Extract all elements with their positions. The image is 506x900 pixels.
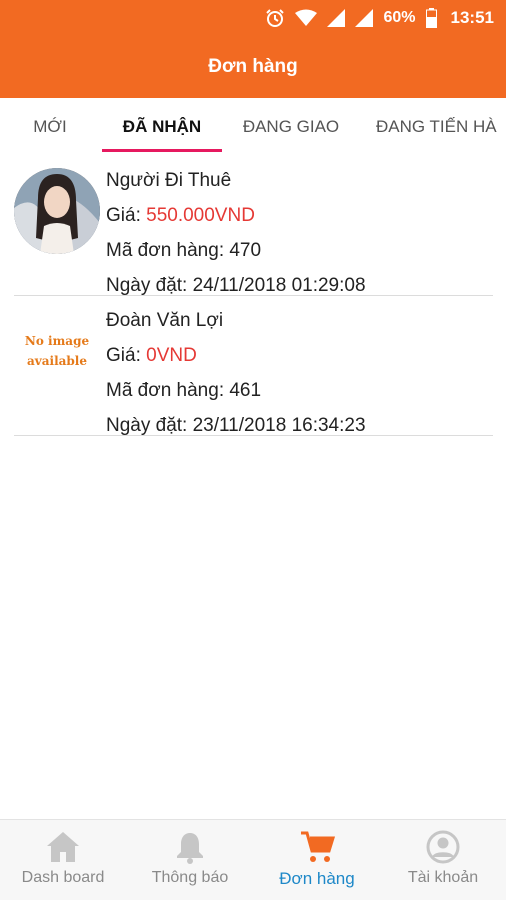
signal-icon [355, 9, 374, 27]
order-info: Người Đi Thuê Giá: 550.000VND Mã đơn hàn… [106, 163, 366, 303]
tab-da-nhan[interactable]: ĐÃ NHẬN [102, 98, 222, 154]
order-code: Mã đơn hàng: 470 [106, 240, 262, 261]
account-icon [426, 830, 460, 864]
tab-active-indicator [102, 149, 222, 152]
price-row: Giá: 550.000VND [106, 198, 366, 233]
price-label: Giá: [106, 205, 147, 226]
order-date: Ngày đặt: 23/11/2018 16:34:23 [106, 415, 366, 436]
no-image-placeholder: No image available [14, 308, 100, 394]
nav-orders[interactable]: Đơn hàng [254, 820, 380, 900]
placeholder-text: available [27, 354, 87, 368]
nav-label: Tài khoản [407, 869, 479, 886]
page-title: Đơn hàng [208, 56, 298, 77]
price-value: 0VND [146, 345, 197, 366]
tab-dang-tien-hanh[interactable]: ĐANG TIẾN HÀ [362, 98, 506, 154]
tab-dang-giao[interactable]: ĐANG GIAO [224, 98, 358, 154]
nav-notifications[interactable]: Thông báo [127, 820, 253, 900]
wifi-icon [295, 9, 318, 27]
price-value: 550.000VND [146, 205, 255, 226]
nav-label: Thông báo [151, 869, 229, 886]
nav-dashboard[interactable]: Dash board [0, 820, 126, 900]
app-bar: Đơn hàng [0, 36, 506, 98]
bell-icon [175, 830, 205, 864]
tab-bar: MỚI ĐÃ NHẬN ĐANG GIAO ĐANG TIẾN HÀ [0, 98, 506, 154]
clock: 13:51 [450, 8, 494, 27]
nav-account[interactable]: Tài khoản [380, 820, 506, 900]
battery-icon [425, 8, 437, 28]
order-item[interactable]: No image available Đoàn Văn Lợi Giá: 0VN… [14, 295, 493, 436]
customer-name: Người Đi Thuê [106, 170, 232, 191]
customer-name: Đoàn Văn Lợi [106, 310, 224, 331]
battery-percent: 60% [383, 9, 416, 26]
bottom-nav: Dash board Thông báo Đơn hàng Tài khoản [0, 819, 506, 900]
cart-icon [299, 830, 335, 864]
price-row: Giá: 0VND [106, 338, 366, 373]
avatar [14, 168, 100, 254]
order-info: Đoàn Văn Lợi Giá: 0VND Mã đơn hàng: 461 … [106, 303, 366, 443]
nav-label: Dash board [21, 869, 105, 886]
price-label: Giá: [106, 345, 147, 366]
order-code: Mã đơn hàng: 461 [106, 380, 262, 401]
nav-label: Đơn hàng [279, 869, 355, 888]
status-bar: 60% 13:51 [0, 0, 506, 36]
order-item[interactable]: Người Đi Thuê Giá: 550.000VND Mã đơn hàn… [14, 155, 493, 296]
alarm-icon [265, 8, 285, 28]
placeholder-text: No image [24, 334, 90, 348]
tab-moi[interactable]: MỚI [0, 98, 100, 154]
home-icon [45, 830, 81, 864]
signal-icon [327, 9, 346, 27]
